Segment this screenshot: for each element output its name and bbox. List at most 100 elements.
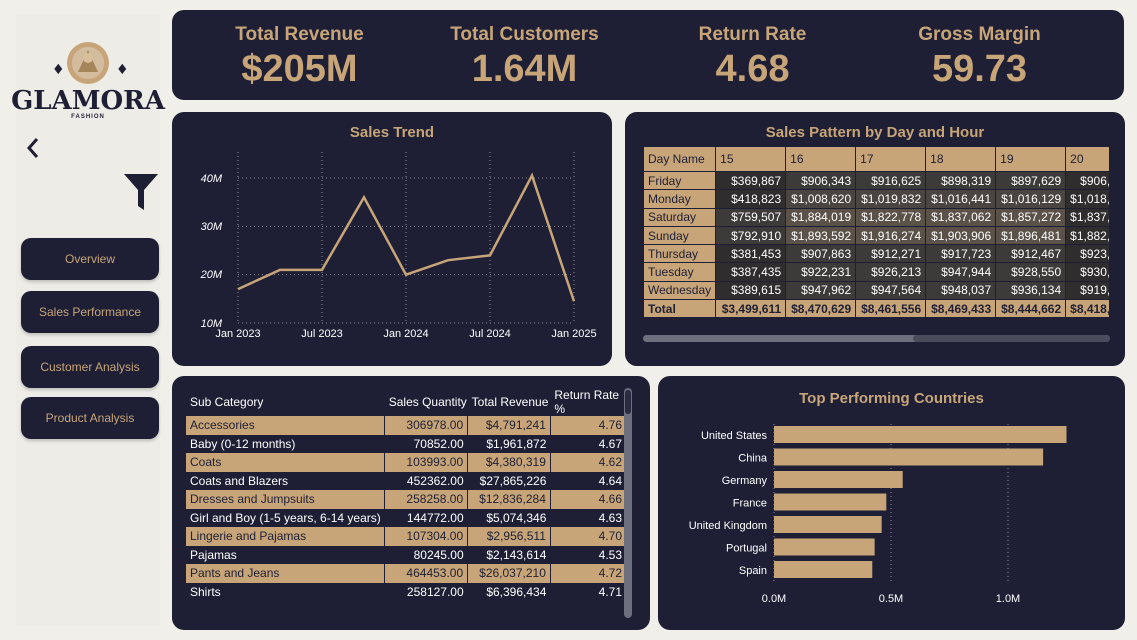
heatmap-value-cell: $919,0 [1065,280,1109,301]
heatmap-value-cell: $928,550 [995,262,1067,282]
heatmap-value-cell: $387,435 [715,262,787,282]
sales-trend-panel: Sales Trend 10M 20M 30M 40M Jan 2023 Jul… [172,112,612,366]
table-row[interactable]: Coats and Blazers 452362.00 $27,865,226 4.6… [186,472,626,491]
horizontal-scrollbar[interactable] [643,335,1110,342]
heatmap-day-cell: Wednesday [643,280,717,301]
heatmap-day-cell: Friday [643,170,717,191]
heatmap-value-cell: $1,857,272 [995,207,1067,227]
heatmap-total-row: Total $3,499,611 $8,470,629 $8,461,556 $8,46… [643,299,1109,319]
heatmap-total-cell: $8,469,433 [925,299,997,319]
vertical-scrollbar[interactable] [624,388,632,618]
country-bar[interactable] [774,538,875,556]
table-cell: 4.62 [549,453,626,472]
heatmap-total-cell: $8,444,662 [995,299,1067,319]
subcategory-header-cell[interactable]: Return Rate % [550,388,626,416]
heatmap-value-cell: $926,213 [855,262,927,282]
sales-trend-line [237,172,576,302]
kpi-total-revenue: Total Revenue $205M [212,24,387,91]
nav-sales-performance-button[interactable]: Sales Performance [21,291,159,333]
table-cell: 4.67 [598,436,622,451]
heatmap-value-cell: $1,893,592 [785,225,857,246]
heatmap-header-cell[interactable]: 17 [855,146,927,172]
heatmap-value-cell: $1,903,906 [925,225,997,246]
table-cell: Pajamas [190,547,237,562]
table-cell: Coats and Blazers [190,473,289,488]
country-bar[interactable] [774,516,882,533]
heatmap-row: Friday $369,867 $906,343 $916,625 $898,319 $8… [643,170,1109,191]
logo-crest-icon: ♦ ♦ [52,42,129,84]
table-cell: 4.64 [598,473,622,488]
subcategory-header-cell[interactable]: Sub Category [186,388,385,416]
nav-product-analysis-button[interactable]: Product Analysis [21,397,159,439]
table-row[interactable]: Pajamas 80245.00 $2,143,614 4.53 [186,546,626,565]
country-bar[interactable] [774,493,887,511]
kpi-label: Total Customers [450,24,599,45]
kpi-gross-margin: Gross Margin 59.73 [892,24,1067,91]
table-cell: $27,865,226 [479,473,547,488]
x-tick-label: Jul 2023 [301,328,343,340]
heatmap-value-cell: $948,037 [925,280,997,301]
subcategory-header-cell[interactable]: Sales Quantity [385,388,468,416]
country-bar[interactable] [774,448,1044,466]
top-countries-chart[interactable]: United States China Germany France United Ki… [658,376,1125,630]
heatmap-header-cell[interactable]: Day Name [643,146,717,172]
country-label: China [738,453,768,465]
heatmap-header-cell[interactable]: 20 [1065,146,1109,172]
table-row[interactable]: Coats 103993.00 $4,380,319 4.62 [186,453,626,472]
country-bar[interactable] [774,471,903,488]
table-row[interactable]: Shirts 258127.00 $6,396,434 4.71 [186,583,626,602]
filter-icon[interactable] [124,174,158,215]
heatmap-day-cell: Tuesday [643,262,717,282]
heatmap-value-cell: $917,723 [925,244,997,264]
sales-pattern-table: Day Name 15 16 17 18 19 20 Friday $369,867 $906,… [643,146,1109,319]
country-bar[interactable] [774,426,1067,443]
subcategory-header-cell[interactable]: Total Revenue [468,388,551,416]
heatmap-value-cell: $947,564 [855,280,927,301]
table-cell: Dresses and Jumpsuits [186,490,385,509]
heatmap-value-cell: $912,271 [855,244,927,264]
table-cell: $4,380,319 [467,453,551,472]
table-row[interactable]: Lingerie and Pajamas 107304.00 $2,956,511 4… [186,527,626,546]
heatmap-value-cell: $1,019,832 [855,189,927,209]
table-cell: 452362.00 [406,473,464,488]
heatmap-value-cell: $923,3 [1065,244,1109,264]
kpi-label: Total Revenue [235,24,364,45]
table-row[interactable]: Pants and Jeans 464453.00 $26,037,210 4.72 [186,564,626,583]
table-cell: $2,956,511 [467,527,551,546]
kpi-value: $205M [241,48,358,90]
table-row[interactable]: Dresses and Jumpsuits 258258.00 $12,836,28… [186,490,626,509]
table-row[interactable]: Girl and Boy (1-5 years, 6-14 years) 1447… [186,509,626,528]
heatmap-value-cell: $906,2 [1065,170,1109,191]
table-cell: Girl and Boy (1-5 years, 6-14 years) [190,510,381,525]
nav-customer-analysis-button[interactable]: Customer Analysis [21,346,159,388]
heatmap-value-cell: $897,629 [995,170,1067,191]
logo-text: GLAMORA [11,86,165,116]
y-tick-label: 30M [201,221,223,233]
x-tick-label: 0.0M [762,593,786,605]
sales-trend-chart[interactable]: 10M 20M 30M 40M Jan 2023 Jul 2023 Jan 20… [172,112,612,366]
back-arrow-icon[interactable] [24,136,44,160]
heatmap-value-cell: $936,134 [995,280,1067,301]
kpi-label: Gross Margin [918,24,1041,45]
table-row[interactable]: Accessories 306978.00 $4,791,241 4.76 [186,416,626,435]
nav-overview-button[interactable]: Overview [21,238,159,280]
heatmap-value-cell: $1,016,441 [925,189,997,209]
country-label: Spain [739,565,767,577]
country-bar[interactable] [774,561,873,578]
scrollbar-thumb[interactable] [913,335,1110,342]
heatmap-header-cell[interactable]: 16 [785,146,857,172]
scrollbar-thumb[interactable] [625,390,631,414]
table-cell: 4.76 [549,416,626,435]
svg-text:♦: ♦ [116,62,129,78]
heatmap-value-cell: $369,867 [715,170,787,191]
heatmap-header-cell[interactable]: 15 [715,146,787,172]
heatmap-row: Saturday $759,507 $1,884,019 $1,822,778 $1,8… [643,207,1109,227]
table-cell: 107304.00 [384,527,468,546]
heatmap-header-cell[interactable]: 19 [995,146,1067,172]
table-cell: 258258.00 [384,490,468,509]
table-row[interactable]: Baby (0-12 months) 70852.00 $1,961,872 4.67 [186,435,626,454]
table-cell: $2,143,614 [486,547,547,562]
heatmap-value-cell: $898,319 [925,170,997,191]
heatmap-value-cell: $1,882,8 [1065,225,1109,246]
heatmap-header-cell[interactable]: 18 [925,146,997,172]
